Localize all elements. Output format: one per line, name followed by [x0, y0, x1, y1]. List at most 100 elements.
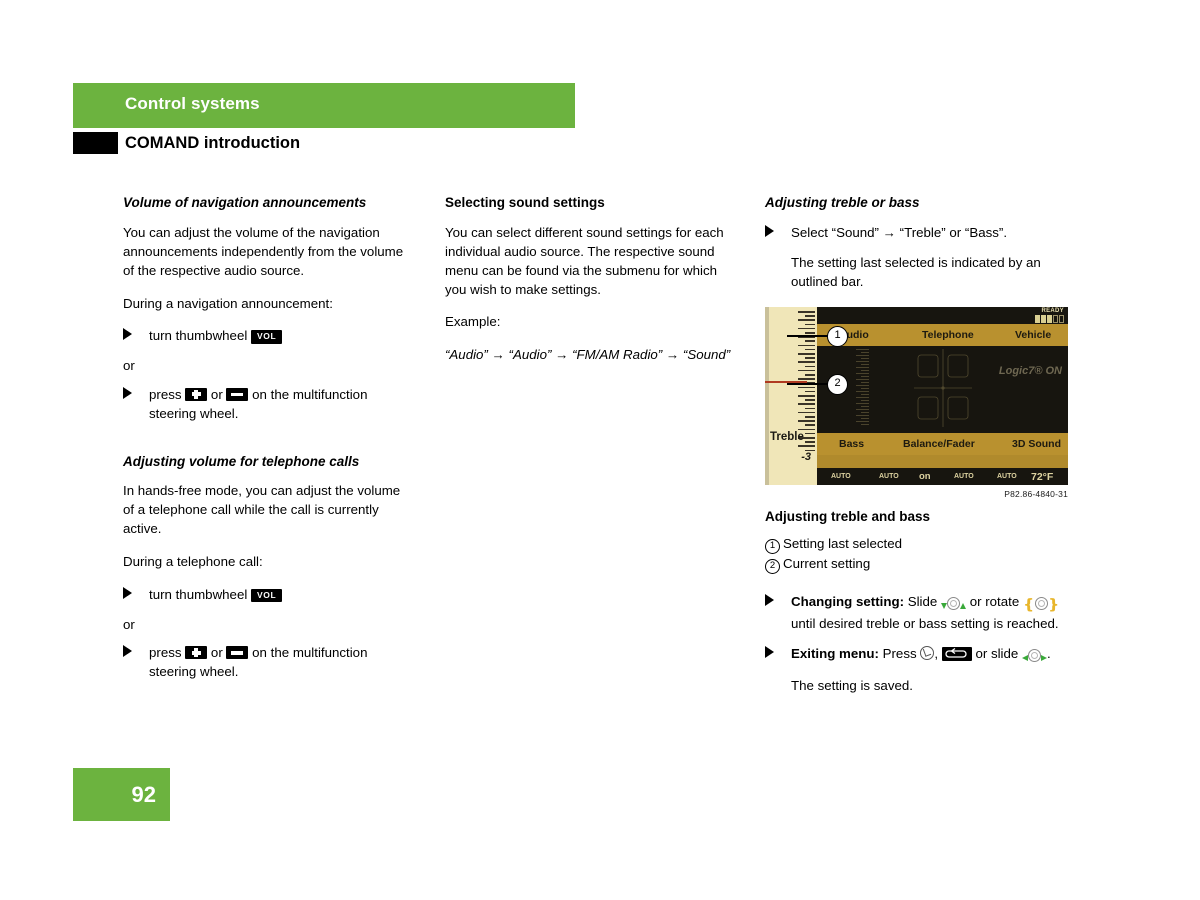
scale-tick — [798, 411, 815, 414]
menu-item-vehicle[interactable]: Vehicle — [1015, 329, 1051, 341]
scale-tick — [805, 390, 815, 393]
paragraph-example-label: Example: — [445, 314, 501, 330]
treble-label: Treble — [770, 431, 804, 443]
mini-scale-tick — [861, 382, 869, 384]
step-exiting-menu: Exiting menu: Press , or slide . — [765, 645, 1070, 666]
step-text-rotate: or rotate — [969, 594, 1020, 610]
mini-scale-tick — [856, 397, 869, 399]
step-changing-setting: Changing setting: Slide or rotate ❴ ❵ unt… — [765, 593, 1070, 634]
scale-tick — [798, 353, 815, 355]
mini-scale-tick — [856, 409, 869, 411]
mini-scale-tick — [861, 358, 869, 360]
menu-item-balance-fader[interactable]: Balance/Fader — [903, 438, 975, 450]
mini-scale-tick — [856, 355, 869, 357]
mini-scale-tick — [856, 403, 869, 405]
treble-scale-panel: Treble -3 — [765, 307, 817, 485]
climate-right-fan: AUTO — [954, 473, 974, 480]
scale-tick — [798, 395, 815, 397]
callout-marker-2: 2 — [827, 374, 848, 395]
callout-number-1-icon: 1 — [765, 538, 780, 554]
mini-scale-tick — [861, 412, 869, 414]
comand-screen-figure: Treble -3 READY Audio Telephone Vehicle — [765, 307, 1068, 485]
screen-main-panel: READY Audio Telephone Vehicle Logic7® ON… — [817, 307, 1068, 485]
step-text-mid: or — [210, 645, 223, 661]
scale-tick — [805, 365, 815, 368]
scale-tick — [798, 445, 815, 447]
callout-leader-line-1 — [787, 335, 829, 337]
step-turn-thumbwheel-nav: turn thumbwheel VOL — [123, 327, 413, 346]
climate-center-state: on — [919, 471, 931, 482]
column-left: Volume of navigation announcements You c… — [123, 195, 413, 693]
step-text-comma: , — [934, 645, 939, 661]
mini-scale-tick — [856, 415, 869, 417]
logic7-status-label: Logic7® ON — [998, 365, 1062, 377]
paragraph-volume-phone: In hands-free mode, you can adjust the v… — [123, 483, 401, 537]
legend-text-1: Setting last selected — [783, 535, 903, 551]
mini-scale-tick — [856, 391, 869, 393]
figure-title: Adjusting treble and bass — [765, 509, 931, 524]
vol-key-icon: VOL — [251, 588, 283, 603]
plus-key-icon — [185, 646, 208, 660]
scale-tick — [798, 403, 815, 405]
climate-right-auto: AUTO — [997, 473, 1017, 480]
scale-tick — [805, 407, 815, 410]
scale-tick — [805, 357, 815, 359]
menu-item-telephone[interactable]: Telephone — [922, 329, 974, 341]
step-text: turn thumbwheel — [149, 586, 248, 602]
step-text-mid: or — [210, 386, 223, 402]
climate-left-fan: AUTO — [879, 473, 899, 480]
press-controller-icon — [920, 645, 935, 660]
minus-key-icon — [226, 387, 249, 401]
scale-tick — [805, 323, 815, 326]
section-title: COMAND introduction — [125, 134, 301, 152]
scale-tick — [798, 319, 815, 321]
mini-scale-tick — [856, 373, 869, 375]
example-menu-path: “Audio” → “Audio” → “FM/AM Radio” → “Sou… — [445, 347, 731, 363]
scale-tick — [798, 361, 815, 363]
note-outlined-bar: The setting last selected is indicated b… — [791, 254, 1041, 289]
ready-label: READY — [1041, 308, 1064, 314]
rotate-controller-icon: ❴ ❵ — [1022, 596, 1060, 613]
section-marker-block — [73, 132, 118, 154]
scale-tick — [798, 428, 815, 431]
column-middle: Selecting sound settings You can select … — [445, 195, 735, 379]
scale-tick — [798, 327, 815, 330]
step-text-until: until desired treble or bass setting is … — [791, 615, 1059, 631]
mini-scale-tick — [861, 400, 869, 402]
mini-scale-tick — [861, 364, 869, 366]
menu-item-bass[interactable]: Bass — [839, 438, 864, 450]
step-text: turn thumbwheel — [149, 328, 248, 344]
scale-tick — [805, 424, 815, 426]
step-text: Select “Sound” → “Treble” or “Bass”. — [791, 224, 1008, 240]
mini-scale-tick — [861, 376, 869, 378]
scale-tick — [805, 348, 815, 351]
mini-scale-tick — [861, 424, 869, 426]
scale-tick — [805, 374, 815, 376]
triangle-bullet-icon — [765, 594, 774, 607]
mini-scale-tick — [856, 385, 869, 387]
step-label-exiting: Exiting menu: — [791, 645, 879, 661]
heading-volume-nav: Volume of navigation announcements — [123, 195, 367, 210]
climate-temperature: 72°F — [1031, 470, 1054, 483]
menu-item-3d-sound[interactable]: 3D Sound — [1012, 438, 1061, 450]
mini-scale-tick — [861, 352, 869, 354]
page-number-box: 92 — [73, 768, 170, 821]
mini-scale-tick — [856, 367, 869, 369]
callout-leader-line-2 — [787, 383, 829, 385]
scale-tick — [805, 340, 815, 342]
step-press-plus-minus-phone: press or on the multifunction steering w… — [123, 644, 413, 682]
step-press-plus-minus-nav: press or on the multifunction steering w… — [123, 386, 413, 424]
note-setting-saved: The setting is saved. — [791, 677, 913, 693]
plus-key-icon — [185, 387, 208, 401]
figure-legend-block: Adjusting treble and bass 1 Setting last … — [765, 509, 1070, 707]
mini-scale-tick — [861, 418, 869, 420]
or-separator-nav: or — [123, 358, 135, 374]
step-text-pre: press — [149, 386, 182, 402]
triangle-bullet-icon — [765, 645, 774, 658]
slide-horizontal-icon — [1022, 647, 1048, 666]
chapter-header-banner: Control systems — [73, 83, 575, 128]
mini-scale-tick — [861, 406, 869, 408]
scale-tick — [805, 315, 815, 317]
heading-adjusting-treble-bass: Adjusting treble or bass — [765, 195, 920, 210]
mini-scale-tick — [856, 421, 869, 423]
